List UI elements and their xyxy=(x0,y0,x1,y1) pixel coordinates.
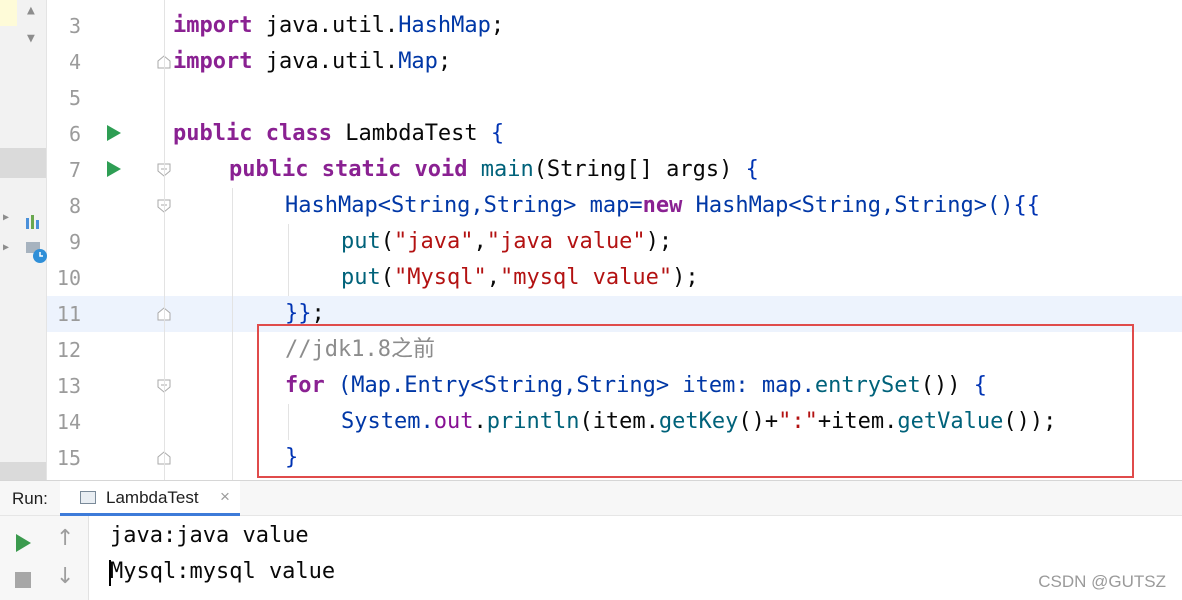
string-literal: "java value" xyxy=(486,229,646,254)
console-icon xyxy=(80,491,96,504)
run-label: Run: xyxy=(12,489,48,508)
structure-icon[interactable] xyxy=(25,212,43,230)
tab-label: LambdaTest xyxy=(106,488,199,507)
console-output-line: Mysql:mysql value xyxy=(110,559,336,584)
code-text: ; xyxy=(437,49,452,74)
keyword: static xyxy=(321,157,402,182)
code-text: , xyxy=(473,229,487,254)
code-text: ); xyxy=(672,265,699,290)
code-line-10[interactable]: put("Mysql","mysql value"); xyxy=(341,260,699,296)
run-toolbar: ↑ ↓ xyxy=(0,516,89,600)
class-name: LambdaTest xyxy=(345,121,478,146)
left-tool-strip: ▲ ▼ ▶ ▶ xyxy=(0,0,47,480)
arrow-up-icon[interactable]: ↑ xyxy=(56,526,74,551)
code-text: HashMap<String,String>() xyxy=(682,193,1014,218)
indent-guide xyxy=(232,188,233,480)
console-output-line: java:java value xyxy=(110,523,309,548)
line-number: 10 xyxy=(56,266,81,290)
line-number: 7 xyxy=(68,158,81,182)
line-number: 13 xyxy=(56,374,81,398)
line-number: 9 xyxy=(68,230,81,254)
line-number: 11 xyxy=(56,302,81,326)
line-number: 12 xyxy=(56,338,81,362)
code-text: ; xyxy=(490,13,505,38)
code-text: (String[] args) xyxy=(533,157,733,182)
strip-selected-item[interactable] xyxy=(0,148,46,178)
rerun-button[interactable] xyxy=(16,534,31,552)
code-text: ); xyxy=(645,229,673,254)
brace: }} xyxy=(285,301,312,326)
code-line-4[interactable]: import java.util.Map; xyxy=(173,44,451,80)
indent-guide xyxy=(288,224,289,296)
code-line-3[interactable]: import java.util.HashMap; xyxy=(173,8,504,44)
clock-icon[interactable] xyxy=(25,240,47,264)
line-number: 6 xyxy=(68,122,81,146)
class-name: Map xyxy=(398,49,438,74)
code-line-7[interactable]: public static void main(String[] args) { xyxy=(229,152,759,188)
class-name: HashMap xyxy=(398,13,491,38)
annotation-box xyxy=(257,324,1134,478)
keyword: import xyxy=(173,13,253,38)
line-number: 8 xyxy=(68,194,81,218)
method-name: put xyxy=(341,265,381,290)
method-name: put xyxy=(341,229,381,254)
string-literal: "Mysql" xyxy=(394,265,487,290)
string-literal: "java" xyxy=(394,229,474,254)
brace: { xyxy=(745,157,759,182)
keyword: class xyxy=(265,121,332,146)
strip-bottom-bar xyxy=(0,462,46,480)
method-name: main xyxy=(480,157,534,182)
code-text: ( xyxy=(380,229,394,254)
brace: {{ xyxy=(1013,193,1041,218)
chevron-down-icon[interactable]: ▼ xyxy=(27,31,35,46)
code-line-9[interactable]: put("java","java value"); xyxy=(341,224,672,260)
code-line-8[interactable]: HashMap<String,String> map=new HashMap<S… xyxy=(285,188,1040,224)
run-toolwindow-header: Run: LambdaTest × xyxy=(0,480,1182,516)
string-literal: "mysql value" xyxy=(499,265,673,290)
line-number: 3 xyxy=(68,14,81,38)
keyword: new xyxy=(642,193,683,218)
keyword: void xyxy=(414,157,468,182)
line-number: 4 xyxy=(68,50,81,74)
line-number: 5 xyxy=(68,86,81,110)
run-class-icon[interactable] xyxy=(107,125,121,141)
watermark: CSDN @GUTSZ xyxy=(1038,572,1166,591)
line-number: 14 xyxy=(56,410,81,434)
arrow-down-icon[interactable]: ↓ xyxy=(56,564,74,589)
code-line-6[interactable]: public class LambdaTest { xyxy=(173,116,504,152)
code-text: java.util. xyxy=(252,49,399,74)
expand-arrow-icon[interactable]: ▶ xyxy=(3,212,9,223)
keyword: public xyxy=(229,157,309,182)
strip-highlight xyxy=(0,0,17,26)
brace: { xyxy=(490,121,505,146)
text-caret xyxy=(109,560,111,586)
run-main-icon[interactable] xyxy=(107,161,121,177)
expand-arrow-icon-2[interactable]: ▶ xyxy=(3,242,9,253)
gutter-divider xyxy=(164,0,165,480)
close-icon[interactable]: × xyxy=(220,487,230,507)
code-text: ; xyxy=(311,301,325,326)
keyword: import xyxy=(173,49,253,74)
code-text: ( xyxy=(380,265,394,290)
code-text: HashMap<String,String> map= xyxy=(285,193,643,218)
code-text: , xyxy=(486,265,500,290)
tab-lambdatest[interactable]: LambdaTest × xyxy=(60,481,240,516)
chevron-up-icon[interactable]: ▲ xyxy=(27,3,35,18)
keyword: public xyxy=(173,121,253,146)
stop-button[interactable] xyxy=(15,572,31,588)
code-text: java.util. xyxy=(252,13,399,38)
line-number: 15 xyxy=(56,446,81,470)
